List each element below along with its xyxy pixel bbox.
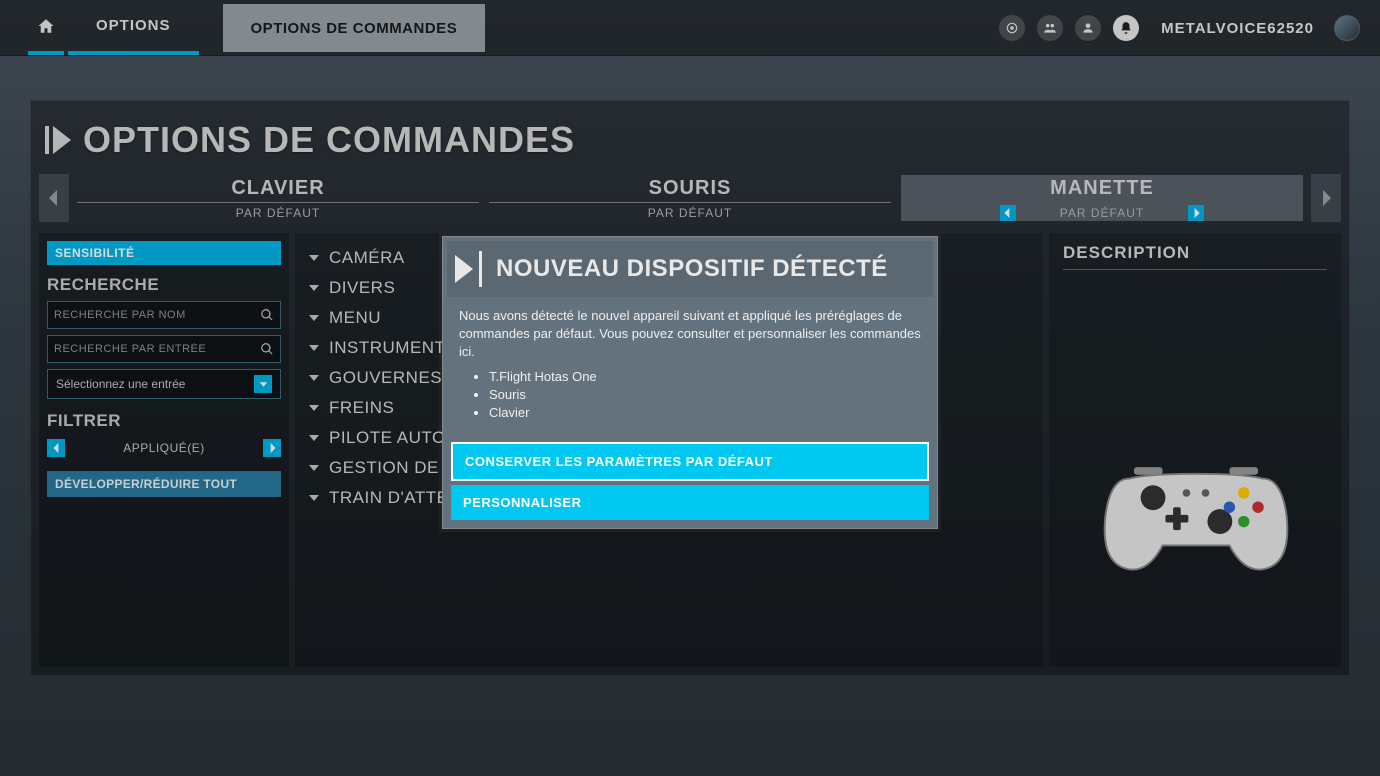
chevron-down-icon xyxy=(254,375,272,393)
category-label: MENU xyxy=(329,308,381,328)
modal-body: Nous avons détecté le nouvel appareil su… xyxy=(447,297,933,438)
filter-switch[interactable]: APPLIQUÉ(E) xyxy=(47,439,281,457)
modal-device-item: Clavier xyxy=(489,404,921,422)
caret-down-icon xyxy=(309,495,319,501)
caret-down-icon xyxy=(309,375,319,381)
username-label: METALVOICE62520 xyxy=(1161,20,1314,37)
profile-icon[interactable] xyxy=(1075,15,1101,41)
modal-header: NOUVEAU DISPOSITIF DÉTECTÉ xyxy=(447,241,933,297)
notifications-icon[interactable] xyxy=(1113,15,1139,41)
device-name: SOURIS xyxy=(489,177,891,203)
page-title: OPTIONS DE COMMANDES xyxy=(83,119,575,161)
search-by-name[interactable] xyxy=(47,301,281,329)
device-tab-keyboard[interactable]: CLAVIER PAR DÉFAUT xyxy=(77,175,479,221)
target-icon[interactable] xyxy=(999,15,1025,41)
device-tab-controller[interactable]: MANETTE PAR DÉFAUT xyxy=(901,175,1303,221)
topbar-right: METALVOICE62520 xyxy=(999,0,1360,56)
customize-button[interactable]: PERSONNALISER xyxy=(451,485,929,520)
select-placeholder: Sélectionnez une entrée xyxy=(56,377,185,391)
panel-title-row: OPTIONS DE COMMANDES xyxy=(31,101,1349,173)
caret-down-icon xyxy=(309,285,319,291)
search-icon xyxy=(260,342,274,356)
description-panel: DESCRIPTION xyxy=(1049,233,1341,667)
device-subtitle: PAR DÉFAUT xyxy=(489,206,891,220)
preset-next-button[interactable] xyxy=(1188,205,1204,221)
modal-title: NOUVEAU DISPOSITIF DÉTECTÉ xyxy=(496,255,888,283)
category-label: CAMÉRA xyxy=(329,248,405,268)
search-name-input[interactable] xyxy=(54,309,260,321)
friends-icon[interactable] xyxy=(1037,15,1063,41)
device-next-button[interactable] xyxy=(1311,174,1341,222)
search-input-field[interactable] xyxy=(54,343,260,355)
category-label: FREINS xyxy=(329,398,394,418)
home-icon xyxy=(37,17,55,35)
device-tab-mouse[interactable]: SOURIS PAR DÉFAUT xyxy=(489,175,891,221)
filter-prev-button[interactable] xyxy=(47,439,65,457)
modal-device-list: T.Flight Hotas One Souris Clavier xyxy=(489,368,921,423)
modal-device-item: T.Flight Hotas One xyxy=(489,368,921,386)
caret-down-icon xyxy=(309,315,319,321)
home-button[interactable] xyxy=(28,0,64,55)
input-select-dropdown[interactable]: Sélectionnez une entrée xyxy=(47,369,281,399)
sensitivity-button[interactable]: SENSIBILITÉ xyxy=(47,241,281,265)
device-subtitle: PAR DÉFAUT xyxy=(77,206,479,220)
modal-text: Nous avons détecté le nouvel appareil su… xyxy=(459,307,921,362)
search-icon xyxy=(260,308,274,322)
search-by-input[interactable] xyxy=(47,335,281,363)
caret-down-icon xyxy=(309,465,319,471)
chevron-right-icon xyxy=(455,251,482,287)
search-section-label: RECHERCHE xyxy=(47,275,281,295)
sidebar: SENSIBILITÉ RECHERCHE Sélectionnez une e… xyxy=(39,233,289,667)
keep-defaults-button[interactable]: CONSERVER LES PARAMÈTRES PAR DÉFAUT xyxy=(451,442,929,481)
chevron-right-icon xyxy=(45,126,67,154)
filter-next-button[interactable] xyxy=(263,439,281,457)
modal-device-item: Souris xyxy=(489,386,921,404)
filter-section-label: FILTRER xyxy=(47,411,281,431)
filter-value: APPLIQUÉ(E) xyxy=(69,441,259,455)
new-device-modal: NOUVEAU DISPOSITIF DÉTECTÉ Nous avons dé… xyxy=(442,236,938,529)
device-name: CLAVIER xyxy=(77,177,479,203)
device-prev-button[interactable] xyxy=(39,174,69,222)
controller-image xyxy=(1091,437,1301,587)
caret-down-icon xyxy=(309,255,319,261)
preset-prev-button[interactable] xyxy=(1000,205,1016,221)
caret-down-icon xyxy=(309,345,319,351)
avatar[interactable] xyxy=(1334,15,1360,41)
expand-collapse-all-button[interactable]: DÉVELOPPER/RÉDUIRE TOUT xyxy=(47,471,281,497)
top-bar: OPTIONS OPTIONS DE COMMANDES METALVOICE6… xyxy=(0,0,1380,56)
device-name: MANETTE xyxy=(901,177,1303,202)
breadcrumb-options[interactable]: OPTIONS xyxy=(68,0,199,55)
device-subtitle: PAR DÉFAUT xyxy=(1060,206,1144,220)
device-tabs: CLAVIER PAR DÉFAUT SOURIS PAR DÉFAUT MAN… xyxy=(77,175,1303,221)
category-label: DIVERS xyxy=(329,278,395,298)
breadcrumb-control-options[interactable]: OPTIONS DE COMMANDES xyxy=(223,4,486,52)
caret-down-icon xyxy=(309,405,319,411)
device-tabs-row: CLAVIER PAR DÉFAUT SOURIS PAR DÉFAUT MAN… xyxy=(31,173,1349,223)
description-heading: DESCRIPTION xyxy=(1063,243,1327,270)
caret-down-icon xyxy=(309,435,319,441)
